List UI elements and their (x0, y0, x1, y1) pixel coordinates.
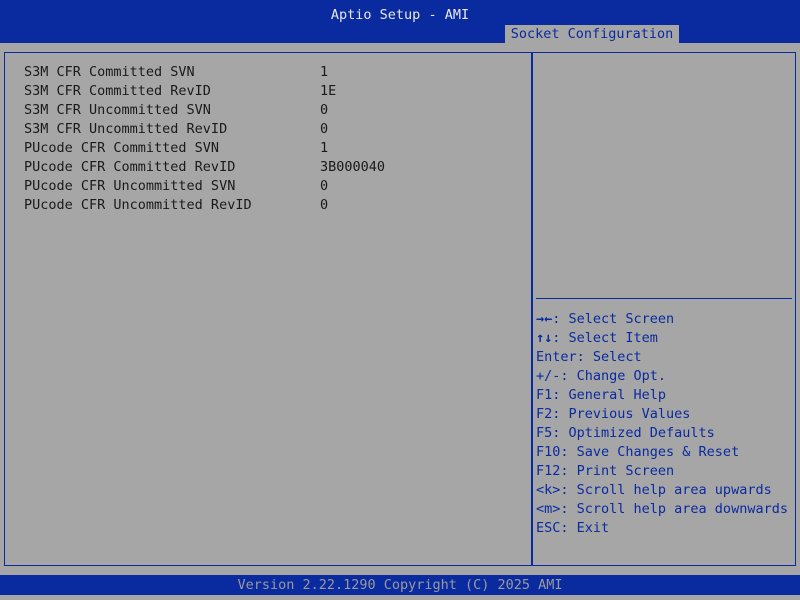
tab-socket-configuration[interactable]: Socket Configuration (505, 25, 679, 43)
setting-label: S3M CFR Uncommitted RevID (24, 121, 228, 137)
help-item-f5: F5: Optimized Defaults (536, 424, 788, 443)
help-item-f1: F1: General Help (536, 386, 788, 405)
help-text: +/-: Change Opt. (536, 368, 667, 384)
arrow-up-down-icon: ↑↓ (536, 330, 553, 346)
setting-label: PUcode CFR Committed SVN (24, 140, 220, 156)
header-bar: Aptio Setup - AMI Socket Configuration (0, 0, 800, 43)
help-item-esc: ESC: Exit (536, 519, 788, 538)
help-text: F1: General Help (536, 387, 667, 403)
setting-row: S3M CFR Committed SVN 1 (24, 63, 385, 82)
setting-value: 3B000040 (320, 159, 386, 175)
help-list: →←: Select Screen ↑↓: Select Item Enter:… (536, 310, 788, 538)
footer-bar: Version 2.22.1290 Copyright (C) 2025 AMI (0, 575, 800, 595)
setting-label: S3M CFR Uncommitted SVN (24, 102, 211, 118)
help-text: <k>: Scroll help area upwards (536, 482, 772, 498)
help-text: ESC: Exit (536, 520, 610, 536)
setting-row: S3M CFR Committed RevID 1E (24, 82, 385, 101)
help-text: F12: Print Screen (536, 463, 675, 479)
setting-value: 0 (320, 197, 329, 213)
setting-value: 0 (320, 121, 329, 137)
setting-row: PUcode CFR Committed SVN 1 (24, 139, 385, 158)
help-text: Enter: Select (536, 349, 642, 365)
setting-value: 1E (320, 83, 337, 99)
help-text: <m>: Scroll help area downwards (536, 501, 788, 517)
setting-value: 0 (320, 178, 329, 194)
setting-row: PUcode CFR Uncommitted RevID 0 (24, 196, 385, 215)
setting-label: S3M CFR Committed RevID (24, 83, 211, 99)
setting-value: 1 (320, 140, 329, 156)
arrow-left-right-icon: →← (536, 311, 553, 327)
help-item-select-screen: →←: Select Screen (536, 310, 788, 329)
help-item-scroll-up: <k>: Scroll help area upwards (536, 481, 788, 500)
help-divider (536, 298, 792, 299)
help-item-f10: F10: Save Changes & Reset (536, 443, 788, 462)
setting-label: PUcode CFR Uncommitted RevID (24, 197, 252, 213)
help-text: F5: Optimized Defaults (536, 425, 715, 441)
setting-row: PUcode CFR Committed RevID 3B000040 (24, 158, 385, 177)
panel-divider (531, 52, 533, 566)
setting-label: S3M CFR Committed SVN (24, 64, 195, 80)
setting-label: PUcode CFR Committed RevID (24, 159, 236, 175)
help-text: : Select Screen (552, 311, 675, 327)
app-title: Aptio Setup - AMI (330, 7, 470, 23)
help-text: F2: Previous Values (536, 406, 691, 422)
help-item-change-opt: +/-: Change Opt. (536, 367, 788, 386)
setting-row: PUcode CFR Uncommitted SVN 0 (24, 177, 385, 196)
setting-label: PUcode CFR Uncommitted SVN (24, 178, 236, 194)
bios-screen: Aptio Setup - AMI Socket Configuration S… (0, 0, 800, 600)
help-item-select-item: ↑↓: Select Item (536, 329, 788, 348)
setting-row: S3M CFR Uncommitted SVN 0 (24, 101, 385, 120)
setting-value: 1 (320, 64, 329, 80)
setting-value: 0 (320, 102, 329, 118)
help-item-f12: F12: Print Screen (536, 462, 788, 481)
help-item-f2: F2: Previous Values (536, 405, 788, 424)
setting-row: S3M CFR Uncommitted RevID 0 (24, 120, 385, 139)
help-item-enter: Enter: Select (536, 348, 788, 367)
help-item-scroll-down: <m>: Scroll help area downwards (536, 500, 788, 519)
settings-list: S3M CFR Committed SVN 1 S3M CFR Committed… (24, 63, 385, 215)
help-text: F10: Save Changes & Reset (536, 444, 740, 460)
help-text: : Select Item (552, 330, 658, 346)
